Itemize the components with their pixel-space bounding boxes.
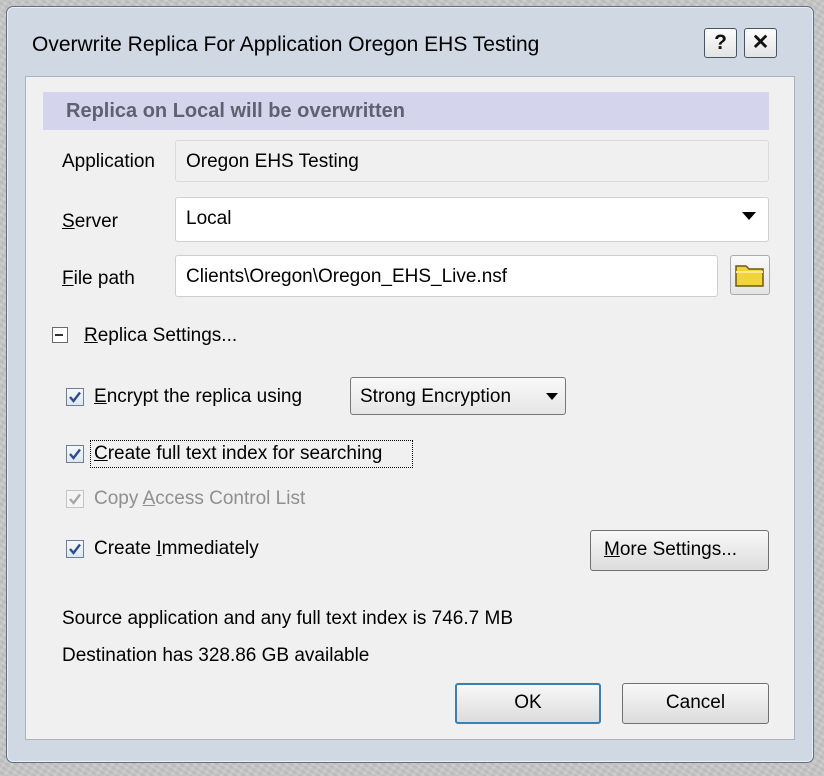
file-path-label: File path — [62, 268, 135, 290]
chevron-down-icon[interactable] — [546, 393, 558, 400]
help-button[interactable]: ? — [704, 28, 737, 58]
copy-acl-label: Copy Access Control List — [94, 488, 305, 510]
replica-settings-heading[interactable]: Replica Settings... — [84, 325, 237, 347]
server-select-value: Local — [186, 208, 232, 229]
encryption-type-value: Strong Encryption — [360, 386, 512, 407]
close-button[interactable]: ✕ — [744, 28, 777, 58]
copy-acl-mnemonic: A — [142, 488, 156, 509]
copy-acl-text-post: ccess Control List — [155, 488, 306, 509]
encrypt-label[interactable]: Encrypt the replica using — [94, 386, 302, 408]
minus-icon — [55, 334, 63, 336]
checkmark-icon — [69, 543, 81, 555]
full-text-mnemonic: C — [94, 443, 108, 464]
cancel-button-label: Cancel — [665, 692, 726, 713]
status-banner-text: Replica on Local will be overwritten — [66, 100, 405, 122]
server-label-text: erver — [74, 211, 118, 232]
create-immediately-text-pre: Create — [94, 538, 157, 559]
folder-icon — [735, 265, 764, 287]
file-path-value: Clients\Oregon\Oregon_EHS_Live.nsf — [186, 266, 508, 287]
application-value: Oregon EHS Testing — [186, 151, 359, 172]
dialog-title: Overwrite Replica For Application Oregon… — [32, 33, 540, 56]
source-size-text: Source application and any full text ind… — [62, 608, 513, 629]
server-label: Server — [62, 211, 118, 233]
application-label: Application — [62, 151, 155, 172]
file-path-label-mnemonic: F — [62, 268, 74, 289]
more-settings-mnemonic: M — [604, 539, 620, 560]
server-label-mnemonic: S — [62, 211, 75, 232]
server-select[interactable] — [175, 197, 769, 242]
encrypt-label-mnemonic: E — [94, 386, 107, 407]
full-text-index-label[interactable]: Create full text index for searching — [94, 443, 382, 465]
copy-acl-text-pre: Copy — [94, 488, 143, 509]
checkmark-icon — [69, 493, 81, 505]
checkmark-icon — [69, 391, 81, 403]
file-path-label-text: ile path — [73, 268, 135, 289]
encrypt-label-text: ncrypt the replica using — [106, 386, 303, 407]
more-settings-label: More Settings... — [604, 539, 737, 561]
checkmark-icon — [69, 448, 81, 460]
ok-button-label: OK — [514, 692, 542, 713]
destination-space-text: Destination has 328.86 GB available — [62, 645, 370, 666]
create-immediately-label[interactable]: Create Immediately — [94, 538, 259, 560]
more-settings-text: ore Settings... — [619, 539, 738, 560]
replica-settings-text: eplica Settings... — [97, 325, 238, 346]
replica-settings-mnemonic: R — [84, 325, 98, 346]
create-immediately-text-post: mmediately — [161, 538, 259, 559]
full-text-text: reate full text index for searching — [107, 443, 383, 464]
chevron-down-icon[interactable] — [742, 212, 756, 220]
